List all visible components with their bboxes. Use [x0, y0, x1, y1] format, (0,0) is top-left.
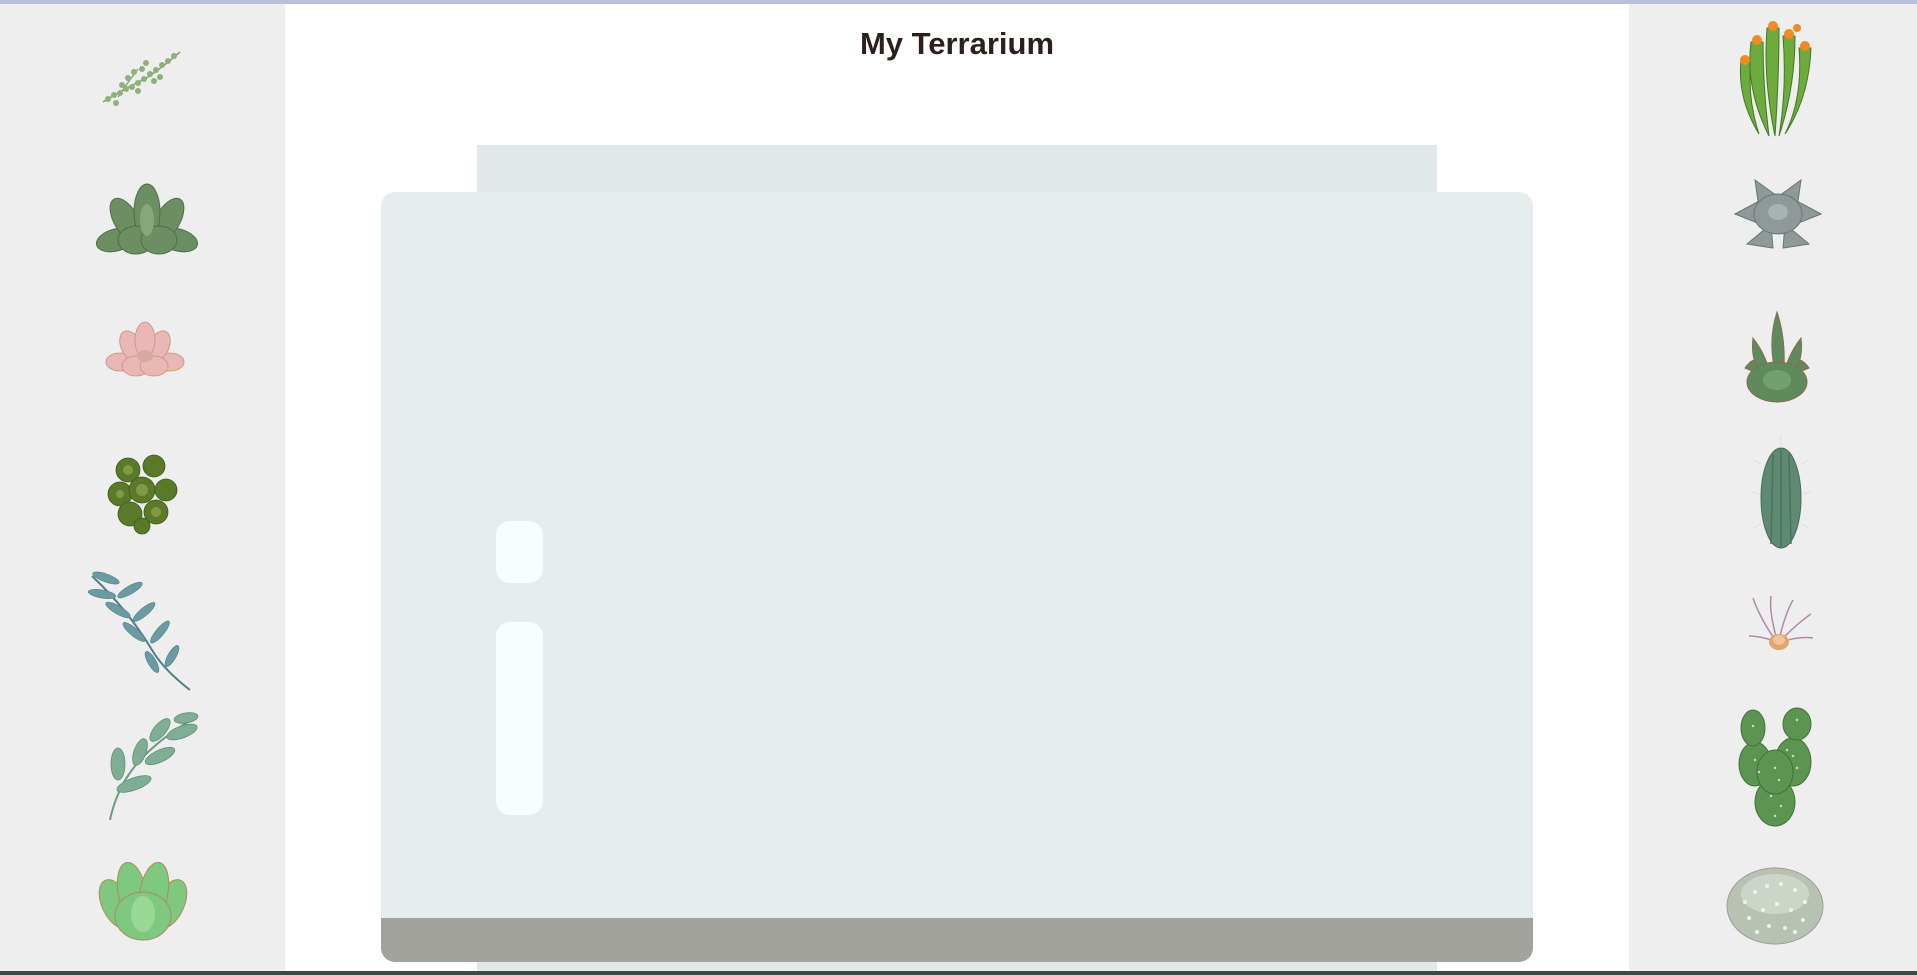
flowering-finger-cactus-icon[interactable]: [1733, 18, 1817, 138]
jade-rosette-succulent-icon[interactable]: [98, 856, 188, 944]
fuzzy-ball-cactus-icon[interactable]: [1725, 862, 1825, 946]
right-plant-panel: [1629, 4, 1917, 971]
jar-glossy-short: [496, 521, 543, 583]
window-bottom-edge: [0, 971, 1917, 975]
jar-body: [381, 192, 1533, 962]
sage-leaf-branch-icon[interactable]: [104, 712, 200, 822]
silver-echeveria-succulent-icon[interactable]: [1731, 174, 1825, 252]
terrarium-page: My Terrarium: [285, 4, 1629, 971]
page-title: My Terrarium: [859, 26, 1055, 61]
left-plant-panel: [0, 4, 285, 971]
blue-eucalyptus-branch-icon[interactable]: [87, 570, 192, 692]
jar-lid: [477, 145, 1437, 195]
dark-leafy-clover-plant-icon[interactable]: [106, 450, 180, 535]
spiky-agave-succulent-icon[interactable]: [1739, 308, 1815, 404]
air-plant-icon[interactable]: [1748, 595, 1814, 654]
prickly-pear-cactus-icon[interactable]: [1735, 706, 1815, 828]
pink-rosette-succulent-icon[interactable]: [105, 320, 185, 380]
columnar-cactus-icon[interactable]: [1750, 434, 1812, 554]
string-of-pearls-plant-icon[interactable]: [98, 47, 186, 107]
jar-bottom: [477, 962, 1437, 971]
jar-glossy-long: [496, 622, 543, 815]
dirt: [381, 918, 1533, 962]
green-rosette-succulent-icon[interactable]: [95, 180, 199, 264]
